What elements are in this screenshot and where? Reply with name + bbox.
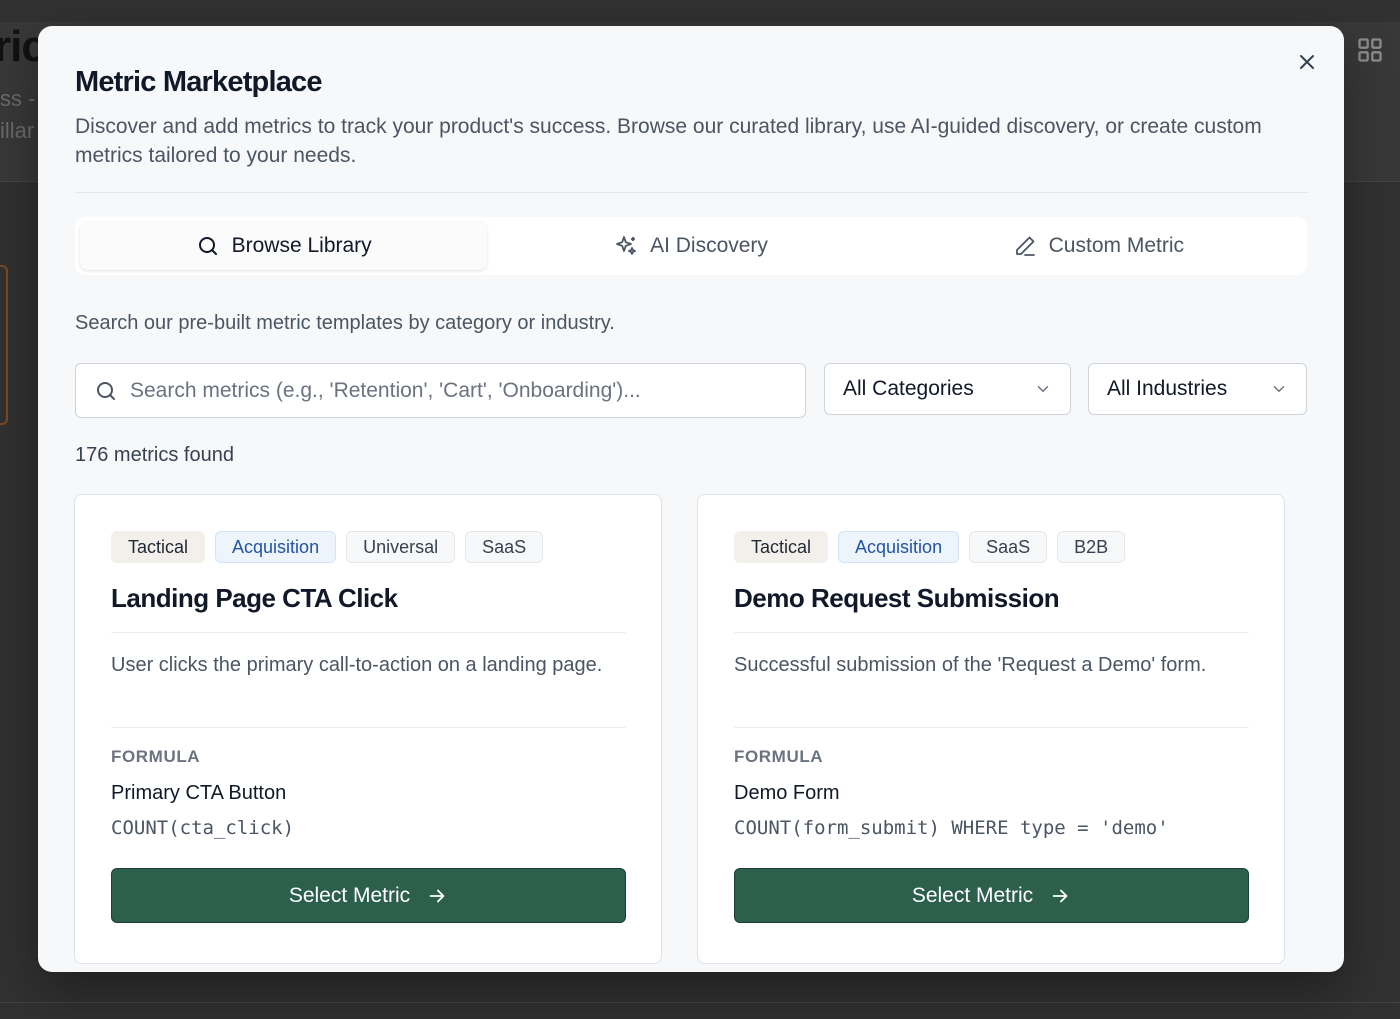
results-count: 176 metrics found [75,444,234,466]
tab-label: Custom Metric [1048,234,1184,257]
category-select-value: All Categories [843,377,974,400]
tag-tactical: Tactical [111,531,206,563]
formula-name: Primary CTA Button [111,782,287,804]
chevron-down-icon [1037,386,1049,392]
search-input[interactable] [130,378,770,403]
tab-custom-metric[interactable]: Custom Metric [895,222,1302,270]
browse-hint: Search our pre-built metric templates by… [75,312,615,334]
tab-browse-library[interactable]: Browse Library [80,222,488,270]
background-divider [0,1002,1400,1003]
formula-name: Demo Form [734,782,840,804]
search-icon [97,381,115,400]
divider [734,727,1249,728]
background-subtitle: ss - [0,86,36,111]
formula-expression: COUNT(form_submit) WHERE type = 'demo' [734,817,1169,839]
industry-select[interactable]: All Industries [1088,363,1307,415]
close-icon[interactable] [1295,50,1319,74]
tag-tactical: Tactical [734,531,829,563]
search-icon [198,237,217,255]
chevron-down-icon [1273,386,1285,392]
tag-list: Tactical Acquisition Universal SaaS [111,531,544,563]
pencil-icon [1015,236,1035,256]
divider [75,192,1307,193]
metric-card: Tactical Acquisition Universal SaaS Land… [74,494,662,964]
select-metric-button[interactable]: Select Metric [734,868,1249,923]
metric-title: Landing Page CTA Click [111,583,398,613]
sparkles-icon [616,236,636,255]
metric-description: Successful submission of the 'Request a … [734,654,1207,676]
select-metric-button[interactable]: Select Metric [111,868,626,923]
dialog-description: Discover and add metrics to track your p… [75,115,1262,167]
metric-marketplace-dialog: Metric Marketplace Discover and add metr… [38,26,1344,972]
dialog-title: Metric Marketplace [75,66,323,98]
button-label: Select Metric [911,883,1034,907]
tag-universal: Universal [346,531,456,563]
tag-list: Tactical Acquisition SaaS B2B [734,531,1126,563]
tag-acquisition: Acquisition [838,531,960,563]
formula-expression: COUNT(cta_click) [111,817,295,839]
metric-description: User clicks the primary call-to-action o… [111,654,603,676]
tab-ai-discovery[interactable]: AI Discovery [487,222,894,270]
background-subtitle: illar [0,118,35,143]
formula-label: FORMULA [734,747,824,766]
metric-card: Tactical Acquisition SaaS B2B Demo Reque… [697,494,1285,964]
category-select[interactable]: All Categories [824,363,1071,415]
industry-select-value: All Industries [1107,377,1228,400]
tag-saas: SaaS [465,531,544,563]
formula-label: FORMULA [111,747,201,766]
grid-icon [1356,36,1384,64]
tab-label: Browse Library [231,234,372,257]
tag-saas: SaaS [969,531,1048,563]
button-label: Select Metric [288,883,411,907]
divider [734,632,1249,633]
arrow-right-icon [1052,889,1068,902]
tab-label: AI Discovery [650,234,768,257]
divider [111,632,626,633]
arrow-right-icon [429,889,445,902]
divider [111,727,626,728]
tag-b2b: B2B [1057,531,1126,563]
tag-acquisition: Acquisition [215,531,337,563]
metric-title: Demo Request Submission [734,583,1060,613]
tab-list: Browse Library AI Discovery Custom Metri… [75,217,1307,275]
background-card [0,265,8,425]
search-field[interactable] [75,363,806,418]
